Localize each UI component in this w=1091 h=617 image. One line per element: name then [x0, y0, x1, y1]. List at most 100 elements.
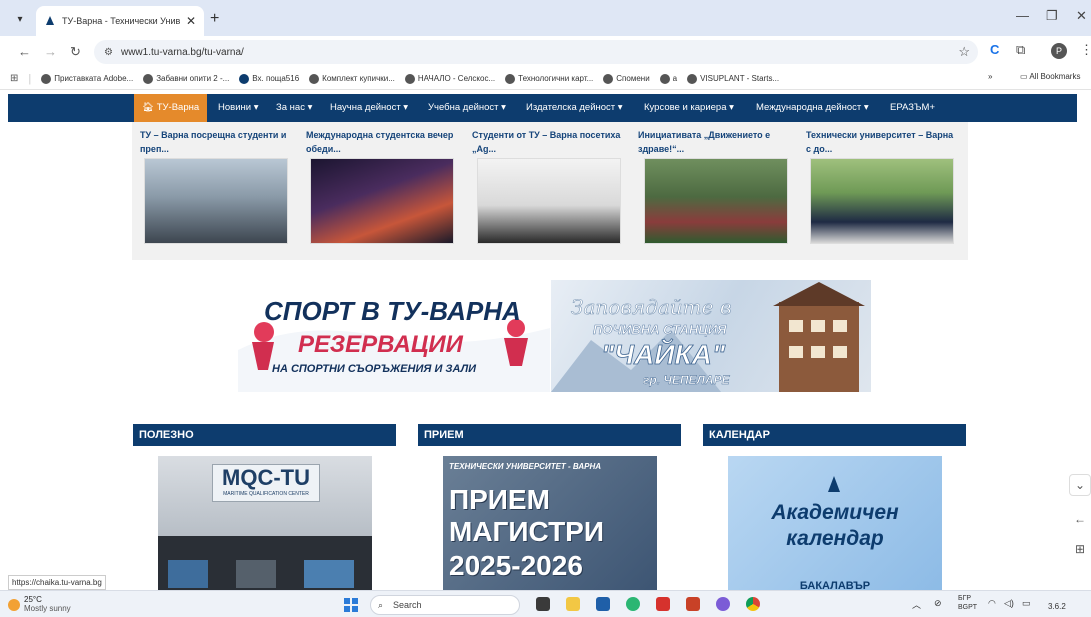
powerpoint-icon[interactable] [686, 597, 700, 611]
reload-icon[interactable]: ↻ [70, 44, 81, 60]
bookmark-item[interactable]: Технологични карт... [505, 73, 593, 84]
chaika-banner-line1: Заповядайте в [571, 295, 731, 319]
nav-item-teaching[interactable]: Учебна дейност ▾ [428, 94, 506, 122]
extension-c-icon[interactable]: C [990, 42, 999, 57]
viber-icon[interactable] [716, 597, 730, 611]
taskbar-search-box[interactable]: ⌕ Search [370, 595, 520, 615]
mqc-title: MQC-TU [222, 465, 310, 490]
news-title[interactable]: Международна студентска вечер обеди... [306, 128, 456, 158]
mqc-monitor-image [304, 560, 354, 588]
news-card[interactable]: Инициативата „Движението е здраве!“... [638, 128, 788, 158]
bookmark-item[interactable]: Спомени [603, 73, 650, 84]
news-photo[interactable] [644, 158, 788, 244]
nav-item-publishing[interactable]: Издателска дейност ▾ [526, 94, 623, 122]
news-photo[interactable] [310, 158, 454, 244]
back-icon[interactable]: ← [18, 44, 31, 59]
section-header-useful: ПОЛЕЗНО [133, 424, 396, 446]
mqc-tu-promo[interactable]: MQC-TU MARITIME QUALIFICATION CENTER [158, 456, 372, 590]
news-photo[interactable] [810, 158, 954, 244]
news-title[interactable]: ТУ – Варна посрещна студенти и преп... [140, 128, 290, 158]
tab-search-chevron-icon[interactable]: ▾ [10, 10, 30, 30]
news-card[interactable]: Технически университет – Варна с до... [806, 128, 956, 158]
bookmark-item[interactable]: Приставката Adobe... [41, 73, 133, 84]
browser-toolbar: ← → ↻ ⚙ www1.tu-varna.bg/tu-varna/ ☆ [0, 36, 1091, 68]
tab-close-icon[interactable]: ✕ [186, 14, 196, 28]
news-photo[interactable] [477, 158, 621, 244]
apps-grid-icon[interactable]: ⊞ [10, 73, 18, 84]
section-header-calendar: КАЛЕНДАР [703, 424, 966, 446]
chaika-banner-graphic: Заповядайте в ПОЧИВНА СТАНЦИЯ "ЧАЙКА" гр… [551, 282, 865, 392]
address-bar[interactable]: ⚙ www1.tu-varna.bg/tu-varna/ ☆ [94, 40, 978, 64]
weather-sun-icon[interactable] [8, 599, 20, 611]
restore-icon[interactable]: ❐ [1046, 8, 1058, 24]
news-card[interactable]: Международна студентска вечер обеди... [306, 128, 456, 158]
taskbar-search-label: Search [393, 600, 422, 610]
bookmark-item[interactable]: VISUPLANT - Starts... [687, 73, 779, 84]
bookmark-item[interactable]: Комплект купички... [309, 73, 395, 84]
nav-item-research[interactable]: Научна дейност ▾ [330, 94, 408, 122]
nav-item-home[interactable]: 🏠︎ ТУ-Варна [134, 94, 208, 122]
browser-titlebar: ▾ ТУ-Варна - Технически Универ... ✕ + — … [0, 0, 1091, 36]
battery-icon[interactable]: ▭ [1022, 598, 1031, 609]
site-info-icon[interactable]: ⚙ [104, 47, 113, 58]
nav-item-international[interactable]: Международна дейност ▾ [756, 94, 869, 122]
all-bookmarks-button[interactable]: ▭ All Bookmarks [1020, 72, 1080, 81]
bookmark-star-icon[interactable]: ☆ [958, 44, 970, 60]
bookmark-item[interactable]: Забавни опити 2 -... [143, 73, 229, 84]
nav-item-news[interactable]: Новини ▾ [218, 94, 258, 122]
extensions-puzzle-icon[interactable]: ⧉ [1016, 42, 1025, 58]
nav-item-courses[interactable]: Курсове и кариера ▾ [644, 94, 734, 122]
input-language-indicator[interactable]: БГР BGPT [958, 594, 977, 612]
close-window-icon[interactable]: ✕ [1076, 8, 1087, 24]
edge-icon[interactable] [626, 597, 640, 611]
nav-item-erasmus[interactable]: ЕРАЗЪМ+ [890, 94, 935, 122]
volume-icon[interactable]: ◁) [1004, 598, 1014, 609]
status-bar-url: https://chaika.tu-varna.bg [8, 575, 106, 590]
nav-item-about[interactable]: За нас ▾ [276, 94, 312, 122]
taskbar-clock[interactable]: 3.6.2 [1048, 602, 1066, 611]
side-panel-grid-icon[interactable]: ⊞ [1069, 542, 1091, 556]
weather-widget[interactable]: 25°C Mostly sunny [24, 595, 71, 613]
tray-overflow-chevron-icon[interactable]: ︿ [912, 598, 921, 611]
browser-menu-icon[interactable]: ⋮ [1080, 42, 1091, 58]
bookmark-item[interactable]: НАЧАЛО - Селскос... [404, 73, 495, 84]
wifi-icon[interactable]: ◠ [988, 598, 996, 609]
bookmarks-overflow-button[interactable]: » [988, 72, 992, 81]
side-panel-back-icon[interactable]: ← [1069, 512, 1091, 526]
news-card[interactable]: Студенти от ТУ – Варна посетиха „Ag... [472, 128, 622, 158]
mqc-monitor-image [168, 560, 208, 588]
news-card[interactable]: ТУ – Варна посрещна студенти и преп... [140, 128, 290, 158]
news-title[interactable]: Технически университет – Варна с до... [806, 128, 956, 158]
file-explorer-icon[interactable] [566, 597, 580, 611]
new-tab-button[interactable]: + [210, 10, 219, 28]
tu-varna-logo-icon [828, 476, 840, 492]
chaika-station-banner[interactable]: Заповядайте в ПОЧИВНА СТАНЦИЯ "ЧАЙКА" гр… [551, 280, 871, 392]
sport-reservations-banner[interactable]: СПОРТ В ТУ-ВАРНА РЕЗЕРВАЦИИ НА СПОРТНИ С… [238, 280, 550, 392]
academic-calendar-promo[interactable]: Академичен календар БАКАЛАВЪР [728, 456, 942, 590]
admission-promo-line2: МАГИСТРИ [449, 516, 604, 547]
news-title[interactable]: Студенти от ТУ – Варна посетиха „Ag... [472, 128, 622, 158]
tu-varna-favicon-icon [46, 16, 54, 25]
news-photo[interactable] [144, 158, 288, 244]
news-title[interactable]: Инициативата „Движението е здраве!“... [638, 128, 788, 158]
bookmark-item[interactable]: Вх. поща516 [239, 73, 299, 84]
admission-masters-promo[interactable]: ТЕХНИЧЕСКИ УНИВЕРСИТЕТ - ВАРНА ПРИЕМ МАГ… [443, 456, 657, 590]
calendar-promo-line1: Академичен [771, 501, 899, 524]
profile-avatar[interactable]: P [1051, 43, 1067, 59]
store-icon[interactable] [596, 597, 610, 611]
side-panel-chevron-icon[interactable]: ⌄ [1069, 474, 1091, 496]
bookmark-item[interactable]: a [659, 73, 677, 84]
task-view-icon[interactable] [536, 597, 550, 611]
browser-tab-active[interactable]: ТУ-Варна - Технически Универ... ✕ [36, 6, 204, 36]
forward-icon[interactable]: → [44, 44, 57, 59]
globe-icon [41, 73, 52, 84]
tray-app-icon[interactable]: ⊘ [934, 598, 942, 609]
globe-icon [309, 73, 320, 84]
chrome-icon[interactable] [746, 597, 760, 611]
start-windows-icon[interactable] [344, 598, 358, 612]
weather-condition: Mostly sunny [24, 604, 71, 613]
address-url[interactable]: www1.tu-varna.bg/tu-varna/ [121, 47, 244, 58]
site-main-nav: 🏠︎ ТУ-Варна Новини ▾ За нас ▾ Научна дей… [8, 94, 1077, 122]
pdf-reader-icon[interactable] [656, 597, 670, 611]
minimize-icon[interactable]: — [1016, 8, 1029, 23]
